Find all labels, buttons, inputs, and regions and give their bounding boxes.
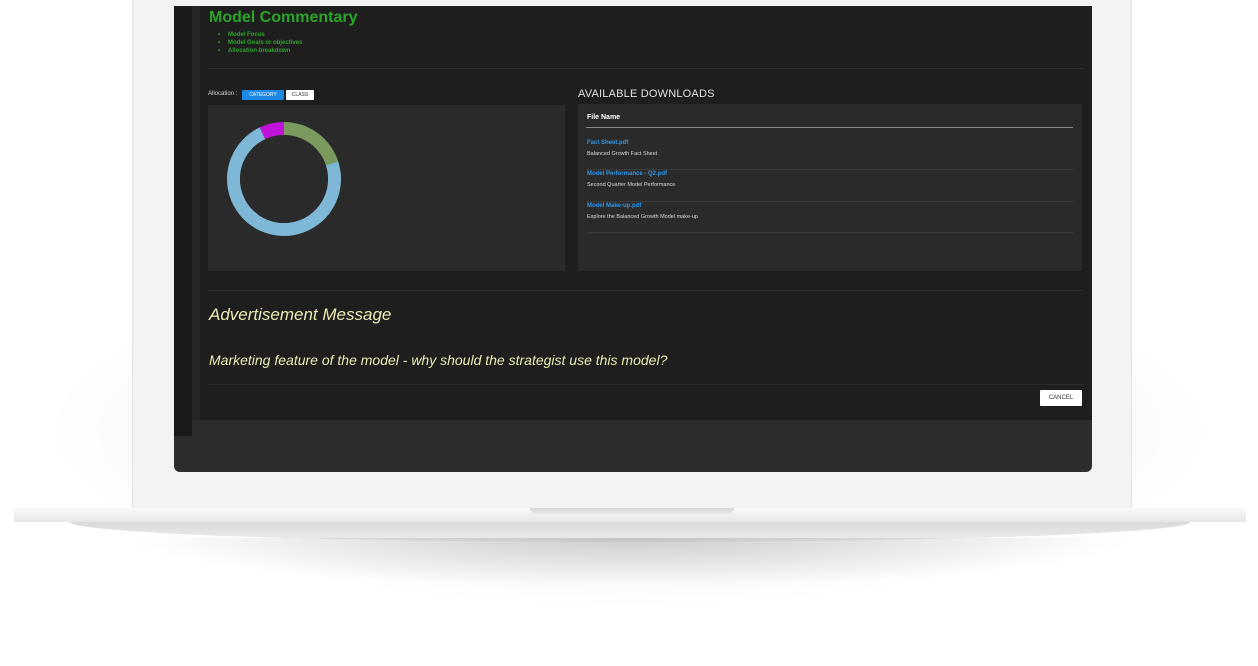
commentary-list: Model Focus Model Goals or objectives Al…: [218, 31, 302, 55]
laptop-screen: Model Commentary Model Focus Model Goals…: [174, 6, 1092, 472]
footer-divider: [208, 384, 1084, 385]
download-description: Explore the Balanced Growth Model make-u…: [587, 214, 698, 220]
section-divider: [208, 290, 1084, 291]
commentary-item-allocation: Allocation breakdown: [218, 47, 302, 55]
row-divider: [586, 169, 1073, 170]
list-item: Model Make-up.pdf Explore the Balanced G…: [587, 203, 1074, 220]
row-divider: [586, 201, 1073, 202]
download-link-fact-sheet[interactable]: Fact Sheet.pdf: [587, 140, 1074, 146]
sidebar-edge: [174, 6, 192, 436]
allocation-category-button[interactable]: CATEGORY: [242, 90, 284, 100]
laptop-notch: [530, 508, 734, 514]
section-divider: [208, 68, 1084, 69]
cancel-button[interactable]: CANCEL: [1040, 390, 1082, 406]
list-item: Model Performance - Q2.pdf Second Quarte…: [587, 171, 1074, 188]
sidebar-inner-edge: [192, 6, 200, 420]
laptop-base-shadow: [120, 538, 1140, 588]
download-description: Second Quarter Model Performance: [587, 182, 676, 188]
commentary-title: Model Commentary: [209, 9, 358, 26]
downloads-title: AVAILABLE DOWNLOADS: [578, 88, 715, 100]
downloads-header-line: [586, 127, 1073, 128]
download-link-make-up[interactable]: Model Make-up.pdf: [587, 203, 1074, 209]
allocation-label: Allocation :: [208, 91, 238, 97]
commentary-item-focus: Model Focus: [218, 31, 302, 39]
model-detail-page: Model Commentary Model Focus Model Goals…: [200, 6, 1092, 420]
list-item: Fact Sheet.pdf Balanced Growth Fact Shee…: [587, 140, 1074, 157]
allocation-donut-chart: [227, 122, 341, 236]
allocation-chart-panel: [208, 105, 565, 271]
downloads-header-filename: File Name: [587, 114, 621, 121]
advertisement-body: Marketing feature of the model - why sho…: [209, 352, 668, 368]
donut-hole: [240, 135, 328, 223]
commentary-item-goals: Model Goals or objectives: [218, 39, 302, 47]
row-divider: [586, 232, 1073, 233]
download-link-performance[interactable]: Model Performance - Q2.pdf: [587, 171, 1074, 177]
download-description: Balanced Growth Fact Sheet: [587, 151, 658, 157]
advertisement-title: Advertisement Message: [209, 305, 392, 324]
downloads-panel: File Name Fact Sheet.pdf Balanced Growth…: [578, 104, 1082, 271]
allocation-class-button[interactable]: CLASS: [286, 90, 314, 100]
